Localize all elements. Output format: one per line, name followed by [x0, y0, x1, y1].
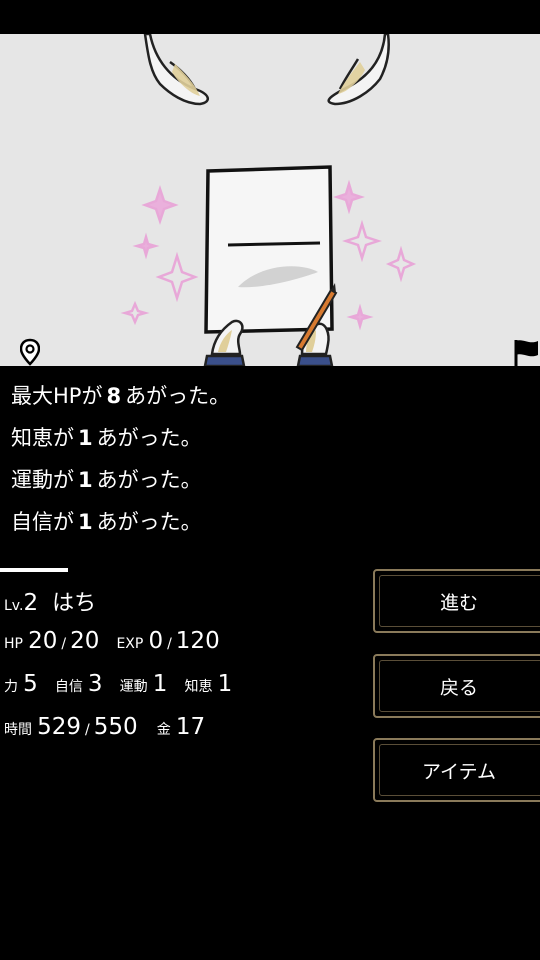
log-line-1: 最大HPが 8 あがった。 [11, 376, 230, 418]
log-text: あがった。 [96, 468, 202, 492]
time-value: 529 [37, 714, 81, 740]
strength-value: 5 [23, 671, 38, 697]
log-text: 運動が [11, 468, 74, 492]
exp-label: EXP [116, 636, 144, 652]
hp-exp-row: HP 20/20 EXP 0/120 [4, 628, 220, 654]
log-text: 最大HPが [11, 384, 103, 408]
items-button-label: アイテム [421, 760, 497, 783]
gold-value: 17 [175, 714, 206, 740]
hp-value: 20 [28, 628, 58, 654]
forward-button-label: 進む [439, 591, 478, 614]
message-log: 最大HPが 8 あがった。 知恵が 1 あがった。 運動が 1 あがった。 自信が 1 あがった… [11, 376, 230, 544]
level-value: 2 [23, 590, 39, 616]
athletics-label: 運動 [119, 679, 148, 695]
confidence-value: 3 [87, 671, 103, 697]
flag-icon [514, 340, 538, 366]
log-line-4: 自信が 1 あがった。 [11, 502, 230, 544]
separator: / [167, 636, 172, 652]
separator: / [61, 636, 67, 652]
hp-max: 20 [70, 628, 100, 654]
time-max: 550 [93, 714, 138, 740]
time-gold-row: 時間 529/550 金 17 [4, 714, 205, 740]
strength-label: 力 [4, 679, 18, 695]
confidence-label: 自信 [54, 679, 83, 695]
items-button[interactable]: アイテム [373, 738, 540, 802]
wisdom-value: 1 [217, 671, 233, 697]
attributes-row: 力 5 自信 3 運動 1 知恵 1 [4, 671, 232, 697]
status-divider [0, 568, 68, 572]
hands-top [143, 34, 390, 106]
exp-max: 120 [175, 628, 220, 654]
player-name: はち [52, 591, 97, 616]
back-button-label: 戻る [439, 676, 478, 699]
log-text: あがった。 [96, 426, 202, 450]
hp-label: HP [4, 636, 23, 652]
log-text: あがった。 [96, 510, 202, 534]
separator: / [85, 722, 90, 738]
log-value: 1 [78, 426, 93, 450]
log-value: 8 [106, 384, 122, 408]
level-label: Lv. [4, 598, 24, 614]
back-button[interactable]: 戻る [373, 654, 540, 718]
athletics-value: 1 [152, 671, 168, 697]
paper [204, 165, 334, 334]
wisdom-label: 知恵 [184, 679, 213, 695]
scene-illustration [120, 34, 417, 366]
event-scene [0, 34, 540, 366]
log-text: 自信が [11, 510, 74, 534]
log-text: 知恵が [11, 426, 74, 450]
forward-button[interactable]: 進む [373, 569, 540, 633]
level-row: Lv.2 はち [4, 585, 96, 617]
log-line-3: 運動が 1 あがった。 [11, 460, 230, 502]
gold-label: 金 [156, 722, 171, 738]
log-value: 1 [78, 510, 93, 534]
log-value: 1 [78, 468, 93, 492]
log-line-2: 知恵が 1 あがった。 [11, 418, 230, 460]
map-pin-icon [20, 338, 40, 366]
time-label: 時間 [4, 722, 32, 738]
exp-value: 0 [148, 628, 164, 654]
log-text: あがった。 [125, 384, 231, 408]
